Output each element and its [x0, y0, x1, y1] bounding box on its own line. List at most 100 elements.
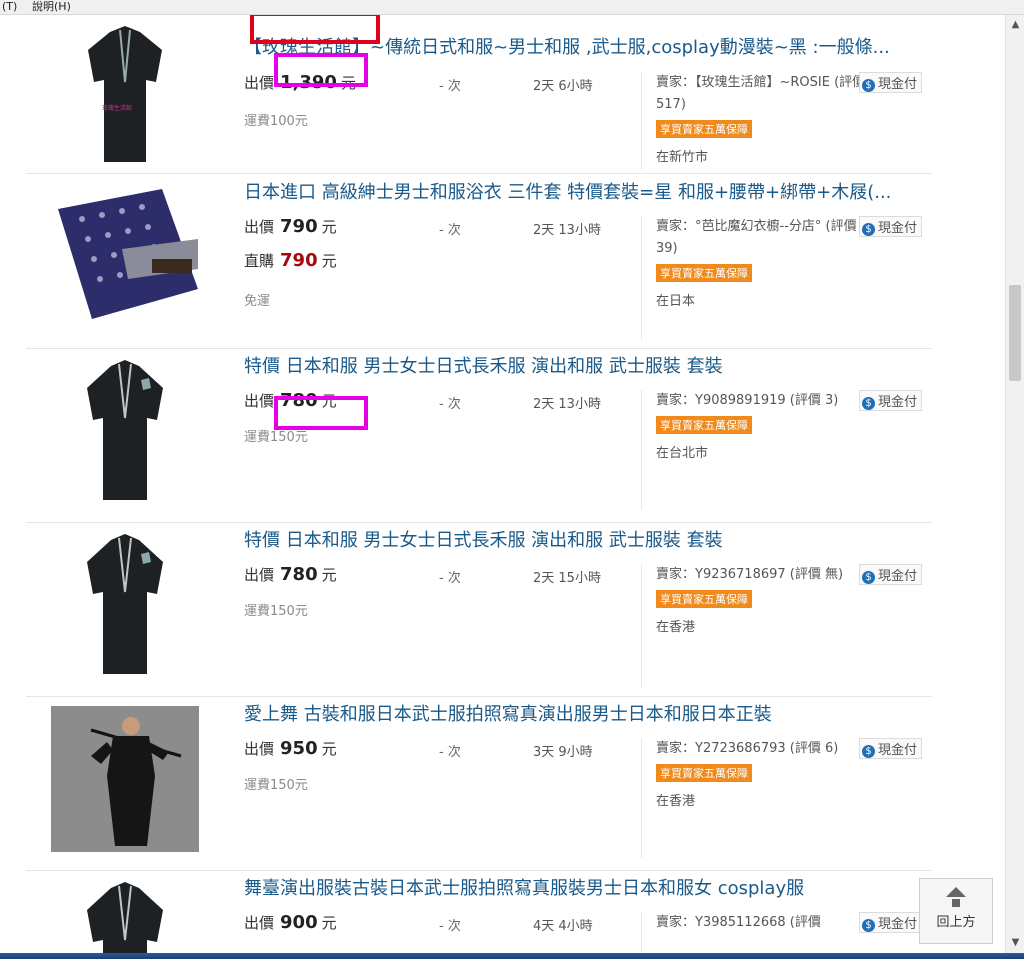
shipping-fee: 運費150元 — [244, 604, 308, 619]
payment-label: 現金付 — [878, 569, 918, 584]
time-left: 4天 4小時 — [533, 919, 593, 934]
guarantee-badge: 享買賣家五萬保障 — [656, 764, 752, 782]
price-value: 780 — [280, 564, 318, 585]
scroll-down-icon[interactable]: ▼ — [1006, 933, 1024, 953]
seller-info: 賣家：【玫瑰生活館】~ROSIE (評價 517) 享買賣家五萬保障 在新竹市 — [641, 72, 866, 170]
price-row: 出價 790 元 — [244, 216, 337, 237]
cash-payment-tag: $ 現金付 — [859, 912, 923, 933]
guarantee-badge: 享買賣家五萬保障 — [656, 264, 752, 282]
price-value: 900 — [280, 912, 318, 933]
cash-payment-tag: $ 現金付 — [859, 390, 923, 411]
payment-label: 現金付 — [878, 221, 918, 236]
seller-info: 賣家：Y2723686793 (評價 6) 享買賣家五萬保障 在香港 — [641, 738, 866, 858]
highlight-box-shop-name — [250, 15, 380, 44]
cash-payment-tag: $ 現金付 — [859, 216, 923, 237]
product-image[interactable] — [50, 184, 200, 330]
payment-label: 現金付 — [878, 77, 918, 92]
dollar-icon: $ — [862, 223, 875, 236]
menu-item-tools[interactable]: (T) — [2, 0, 17, 14]
cash-payment-tag: $ 現金付 — [859, 738, 923, 759]
listing-item: 特價 日本和服 男士女士日式長禾服 演出和服 武士服裝 套裝 出價 780 元 運費… — [26, 348, 932, 523]
scroll-thumb[interactable] — [1009, 285, 1021, 381]
price-unit: 元 — [321, 914, 337, 932]
shipping-fee: 運費100元 — [244, 114, 308, 129]
seller-name[interactable]: 賣家：Y9236718697 (評價 無) — [656, 564, 866, 586]
product-image[interactable]: 玫瑰生活館 — [50, 22, 200, 168]
guarantee-badge: 享買賣家五萬保障 — [656, 416, 752, 434]
product-image[interactable] — [50, 880, 200, 953]
results-page: 玫瑰生活館 【玫瑰生活館】~傳統日式和服~男士和服 ,武士服,cosplay動漫… — [0, 15, 1005, 953]
product-image[interactable] — [50, 706, 200, 852]
seller-name[interactable]: 賣家：°芭比魔幻衣櫥--分店° (評價 39) — [656, 216, 866, 260]
bid-count: - 次 — [439, 919, 461, 934]
seller-location: 在新竹市 — [656, 150, 709, 165]
listing-title[interactable]: 特價 日本和服 男士女士日式長禾服 演出和服 武士服裝 套裝 — [244, 352, 924, 378]
seller-location: 在香港 — [656, 794, 696, 809]
listing-title[interactable]: 舞臺演出服裝古裝日本武士服拍照寫真服裝男士日本和服女 cosplay服 — [244, 874, 924, 900]
seller-info: 賣家：°芭比魔幻衣櫥--分店° (評價 39) 享買賣家五萬保障 在日本 — [641, 216, 866, 340]
time-left: 3天 9小時 — [533, 745, 593, 760]
bid-count: - 次 — [439, 397, 461, 412]
price-unit: 元 — [321, 218, 337, 236]
dollar-icon: $ — [862, 745, 875, 758]
payment-label: 現金付 — [878, 395, 918, 410]
product-image[interactable] — [50, 358, 200, 504]
product-image[interactable] — [50, 532, 200, 678]
direct-buy-row: 直購 790 元 — [244, 250, 337, 271]
bid-count: - 次 — [439, 571, 461, 586]
seller-info: 賣家：Y9089891919 (評價 3) 享買賣家五萬保障 在台北市 — [641, 390, 866, 510]
listing-title[interactable]: 日本進口 高級紳士男士和服浴衣 三件套 特價套裝=星 和服+腰帶+綁帶+木屐(.… — [244, 178, 924, 204]
listing-item: 特價 日本和服 男士女士日式長禾服 演出和服 武士服裝 套裝 出價 780 元 運費… — [26, 522, 932, 697]
price-label: 出價 — [244, 914, 275, 932]
listing-item: 愛上舞 古裝和服日本武士服拍照寫真演出服男士日本和服日本正裝 出價 950 元 運費… — [26, 696, 932, 871]
dollar-icon: $ — [862, 79, 875, 92]
svg-text:玫瑰生活館: 玫瑰生活館 — [102, 104, 132, 112]
time-left: 2天 13小時 — [533, 397, 601, 412]
bid-count: - 次 — [439, 745, 461, 760]
seller-info: 賣家：Y9236718697 (評價 無) 享買賣家五萬保障 在香港 — [641, 564, 866, 688]
listing-title[interactable]: 愛上舞 古裝和服日本武士服拍照寫真演出服男士日本和服日本正裝 — [244, 700, 924, 726]
seller-name[interactable]: 賣家：Y3985112668 (評價 — [656, 912, 866, 934]
taskbar — [0, 953, 1024, 959]
highlight-box-price — [274, 53, 368, 87]
scroll-up-icon[interactable]: ▲ — [1006, 15, 1024, 35]
dollar-icon: $ — [862, 571, 875, 584]
dollar-icon: $ — [862, 397, 875, 410]
direct-buy-price: 790 — [280, 250, 318, 271]
cash-payment-tag: $ 現金付 — [859, 72, 923, 93]
price-label: 出價 — [244, 74, 275, 92]
seller-location: 在台北市 — [656, 446, 709, 461]
seller-location: 在香港 — [656, 620, 696, 635]
listing-item: 玫瑰生活館 【玫瑰生活館】~傳統日式和服~男士和服 ,武士服,cosplay動漫… — [26, 15, 932, 174]
seller-name[interactable]: 賣家：Y9089891919 (評價 3) — [656, 390, 866, 412]
direct-buy-label: 直購 — [244, 252, 275, 270]
guarantee-badge: 享買賣家五萬保障 — [656, 590, 752, 608]
dollar-icon: $ — [862, 919, 875, 932]
time-left: 2天 15小時 — [533, 571, 601, 586]
vertical-scrollbar[interactable]: ▲ ▼ — [1005, 15, 1024, 953]
back-to-top-label: 回上方 — [936, 915, 976, 930]
payment-label: 現金付 — [878, 743, 918, 758]
price-label: 出價 — [244, 566, 275, 584]
up-arrow-icon — [946, 887, 966, 897]
price-label: 出價 — [244, 218, 275, 236]
bid-count: - 次 — [439, 79, 461, 94]
seller-name[interactable]: 賣家：Y2723686793 (評價 6) — [656, 738, 866, 760]
time-left: 2天 13小時 — [533, 223, 601, 238]
back-to-top-button[interactable]: 回上方 — [919, 878, 993, 944]
shipping-fee: 免運 — [244, 294, 271, 309]
price-unit: 元 — [321, 566, 337, 584]
listing-title[interactable]: 特價 日本和服 男士女士日式長禾服 演出和服 武士服裝 套裝 — [244, 526, 924, 552]
listing-item: 日本進口 高級紳士男士和服浴衣 三件套 特價套裝=星 和服+腰帶+綁帶+木屐(.… — [26, 174, 932, 349]
guarantee-badge: 享買賣家五萬保障 — [656, 120, 752, 138]
price-row: 出價 780 元 — [244, 564, 337, 585]
price-row: 出價 950 元 — [244, 738, 337, 759]
menu-item-help[interactable]: 說明(H) — [32, 0, 71, 14]
highlight-box-price — [274, 396, 368, 430]
seller-info: 賣家：Y3985112668 (評價 — [641, 912, 866, 952]
price-value: 790 — [280, 216, 318, 237]
up-arrow-stem — [952, 899, 960, 907]
bid-count: - 次 — [439, 223, 461, 238]
seller-name[interactable]: 賣家：【玫瑰生活館】~ROSIE (評價 517) — [656, 72, 866, 116]
price-label: 出價 — [244, 392, 275, 410]
